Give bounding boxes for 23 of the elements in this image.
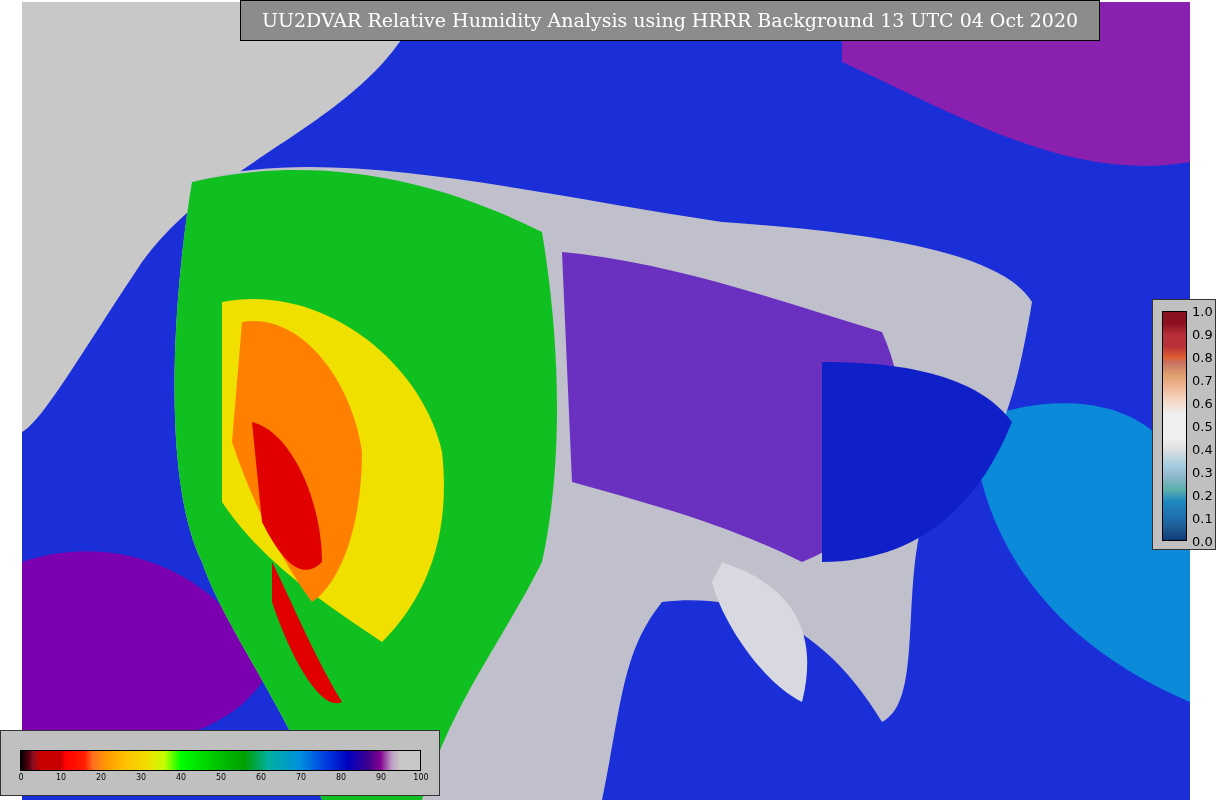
tick-label: 0.0 xyxy=(1192,534,1213,548)
tick-label: 0.6 xyxy=(1192,396,1213,410)
tick-label: 90 xyxy=(375,774,387,782)
tick-label: 50 xyxy=(215,774,227,782)
tick-label: 0.4 xyxy=(1192,442,1213,456)
tick-label: 80 xyxy=(335,774,347,782)
tick-label: 1.0 xyxy=(1192,304,1213,318)
tick-label: 0.5 xyxy=(1192,419,1213,433)
tick-label: 10 xyxy=(55,774,67,782)
tick-label: 40 xyxy=(175,774,187,782)
tick-label: 0 xyxy=(18,774,24,782)
tick-label: 60 xyxy=(255,774,267,782)
tick-label: 0.1 xyxy=(1192,511,1213,525)
tick-label: 100 xyxy=(413,774,429,782)
tick-label: 0.2 xyxy=(1192,488,1213,502)
tick-label: 30 xyxy=(135,774,147,782)
tick-label: 20 xyxy=(95,774,107,782)
tick-label: 0.8 xyxy=(1192,350,1213,364)
tick-label: 70 xyxy=(295,774,307,782)
tick-label: 0.3 xyxy=(1192,465,1213,479)
tick-label: 0.9 xyxy=(1192,327,1213,341)
map-title: UU2DVAR Relative Humidity Analysis using HRRR Background 13 UTC 04 Oct 2020 xyxy=(240,0,1100,41)
tick-label: 0.7 xyxy=(1192,373,1213,387)
